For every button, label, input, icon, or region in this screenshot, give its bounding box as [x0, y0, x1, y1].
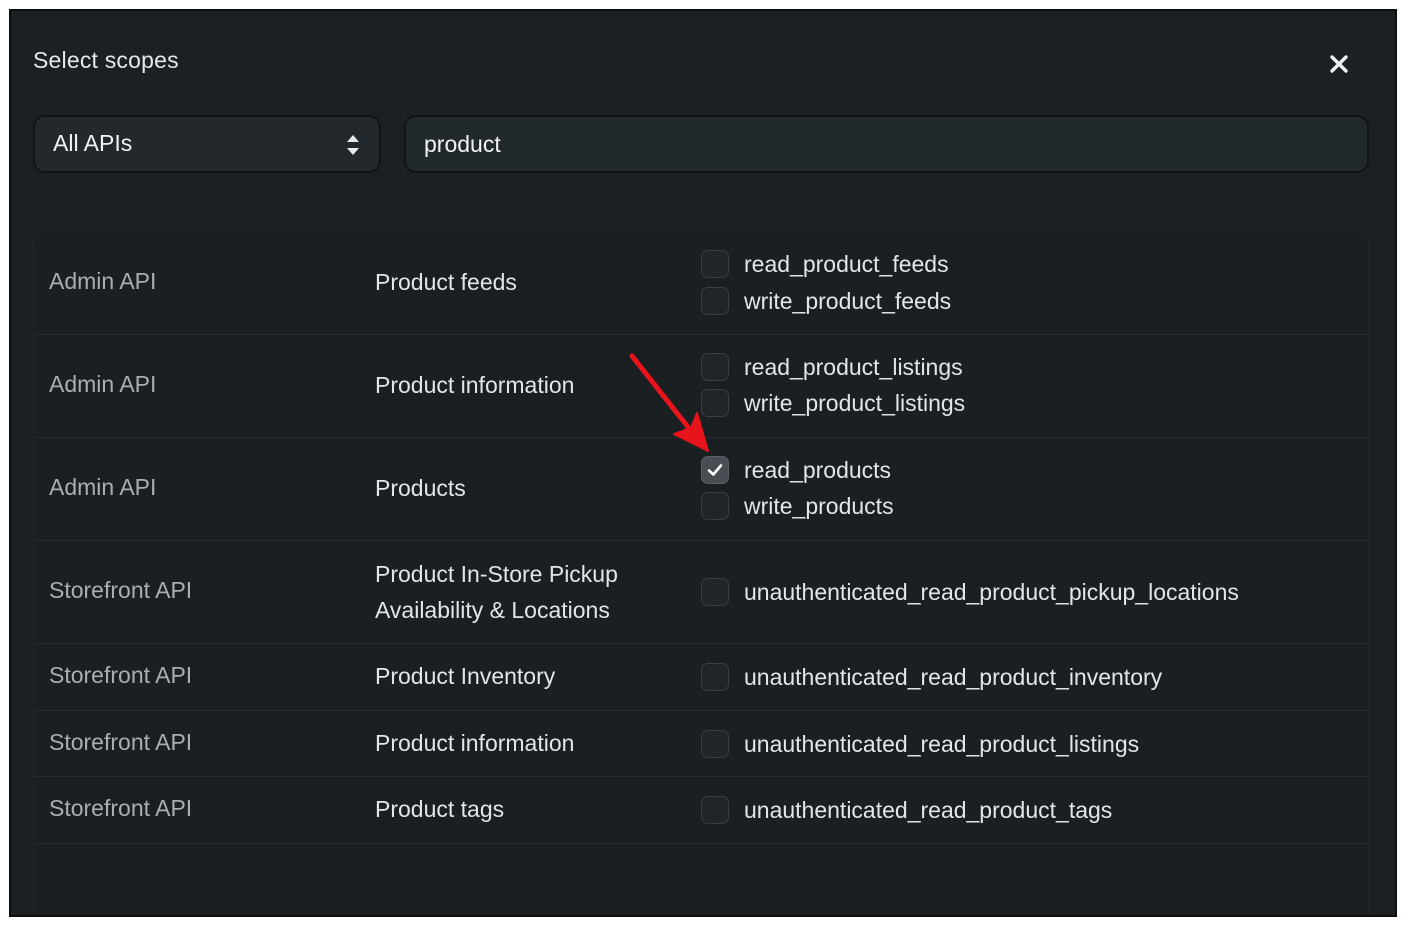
resource-name: Product feeds	[375, 269, 517, 295]
scope-checkbox-unauthenticated-read-product-listings[interactable]: unauthenticated_read_product_listings	[701, 729, 1139, 759]
resource-name-line: Product In-Store Pickup	[375, 561, 618, 587]
scopes-table: Admin API Product feeds read_product_fee…	[33, 231, 1369, 915]
table-row: Storefront API Product In-Store Pickup A…	[34, 541, 1368, 644]
scope-checkbox-unauthenticated-read-product-tags[interactable]: unauthenticated_read_product_tags	[701, 795, 1112, 825]
table-row: Storefront API Product tags unauthentica…	[34, 777, 1368, 844]
checkbox[interactable]	[701, 389, 729, 417]
resource-name: Product In-Store Pickup Availability & L…	[375, 556, 618, 628]
checkbox[interactable]	[701, 796, 729, 824]
api-type-label: Admin API	[49, 371, 157, 397]
checkbox[interactable]	[701, 578, 729, 606]
scope-label: read_product_listings	[744, 353, 963, 380]
scope-checkbox-read-product-feeds[interactable]: read_product_feeds	[701, 249, 949, 279]
checkbox[interactable]	[701, 492, 729, 520]
scope-label: write_product_feeds	[744, 287, 952, 314]
resource-name-line: Availability & Locations	[375, 597, 610, 623]
close-icon	[1330, 55, 1348, 73]
resource-name: Product information	[375, 372, 575, 398]
api-type-label: Storefront API	[49, 662, 193, 688]
scope-checkbox-write-product-feeds[interactable]: write_product_feeds	[701, 286, 951, 316]
resource-name: Product information	[375, 730, 575, 756]
table-row: Storefront API Product information unaut…	[34, 711, 1368, 777]
checkbox-checked[interactable]	[701, 456, 729, 484]
sort-arrows-icon	[347, 135, 359, 155]
api-type-label: Storefront API	[49, 577, 193, 603]
scope-checkbox-read-products[interactable]: read_products	[701, 455, 891, 485]
resource-name: Product tags	[375, 796, 505, 822]
scope-label: unauthenticated_read_product_listings	[744, 730, 1140, 757]
close-button[interactable]	[1324, 49, 1354, 79]
api-filter-select[interactable]: All APIs	[33, 115, 381, 173]
api-type-label: Admin API	[49, 268, 157, 294]
scope-checkbox-write-products[interactable]: write_products	[701, 491, 894, 521]
scope-label: unauthenticated_read_product_tags	[744, 796, 1113, 823]
checkbox[interactable]	[701, 250, 729, 278]
checkbox[interactable]	[701, 730, 729, 758]
api-type-label: Admin API	[49, 474, 157, 500]
table-row: Storefront API Product Inventory unauthe…	[34, 644, 1368, 711]
api-filter-value: All APIs	[53, 130, 133, 156]
api-type-label: Storefront API	[49, 729, 193, 755]
dialog-title: Select scopes	[33, 47, 179, 73]
select-scopes-dialog: Select scopes All APIs Admin API Product…	[9, 9, 1397, 917]
scope-label: write_product_listings	[744, 389, 966, 416]
scope-checkbox-read-product-listings[interactable]: read_product_listings	[701, 352, 963, 382]
scope-label: read_products	[744, 456, 892, 483]
resource-name: Products	[375, 475, 466, 501]
scope-checkbox-unauthenticated-read-product-inventory[interactable]: unauthenticated_read_product_inventory	[701, 662, 1162, 692]
checkbox[interactable]	[701, 287, 729, 315]
scope-label: unauthenticated_read_product_inventory	[744, 663, 1163, 690]
resource-name: Product Inventory	[375, 663, 556, 689]
checkmark-icon	[707, 464, 723, 476]
api-type-label: Storefront API	[49, 795, 193, 821]
scope-label: unauthenticated_read_product_pickup_loca…	[744, 578, 1239, 605]
checkbox[interactable]	[701, 663, 729, 691]
table-row: Admin API Products read_products write_p…	[34, 438, 1368, 541]
scope-label: write_products	[744, 492, 894, 519]
scope-checkbox-write-product-listings[interactable]: write_product_listings	[701, 388, 965, 418]
table-row: Admin API Product feeds read_product_fee…	[34, 232, 1368, 335]
table-row: Admin API Product information read_produ…	[34, 335, 1368, 438]
scope-search-input[interactable]	[404, 115, 1369, 173]
scope-checkbox-unauthenticated-read-product-pickup-locations[interactable]: unauthenticated_read_product_pickup_loca…	[701, 577, 1239, 607]
scope-label: read_product_feeds	[744, 250, 949, 277]
checkbox[interactable]	[701, 353, 729, 381]
